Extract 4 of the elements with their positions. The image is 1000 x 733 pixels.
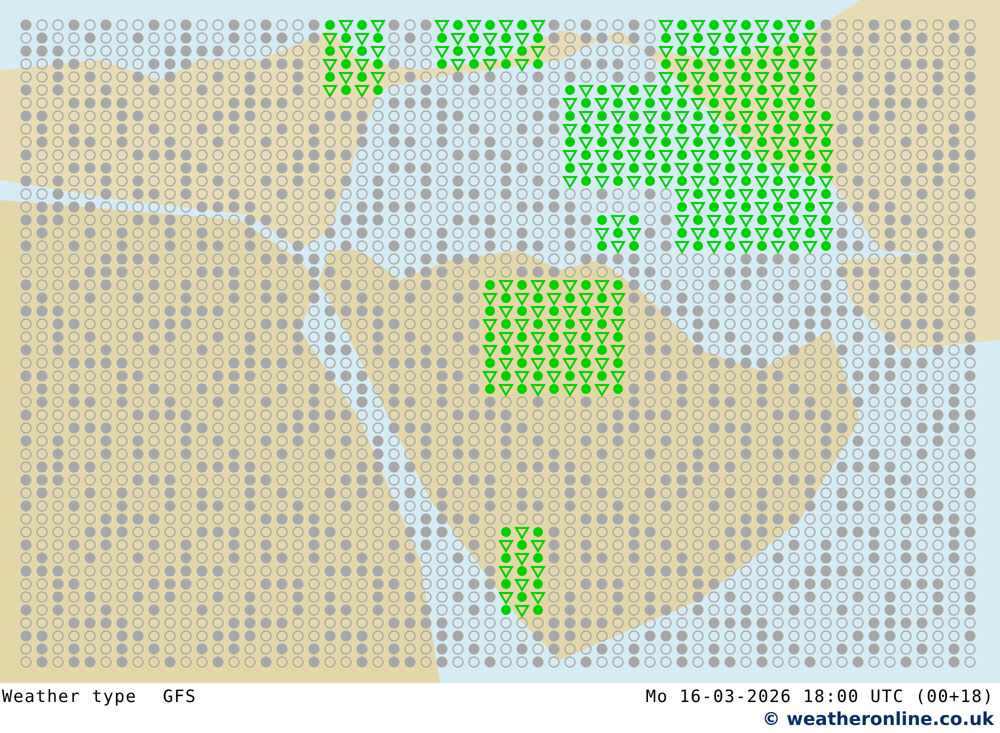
model-name: GFS xyxy=(162,687,197,707)
valid-time: Mo 16-03-2026 18:00 UTC (00+18) xyxy=(646,687,994,707)
credit-text: © weatheronline.co.uk xyxy=(762,709,994,730)
map-title: Weather type xyxy=(2,687,137,707)
